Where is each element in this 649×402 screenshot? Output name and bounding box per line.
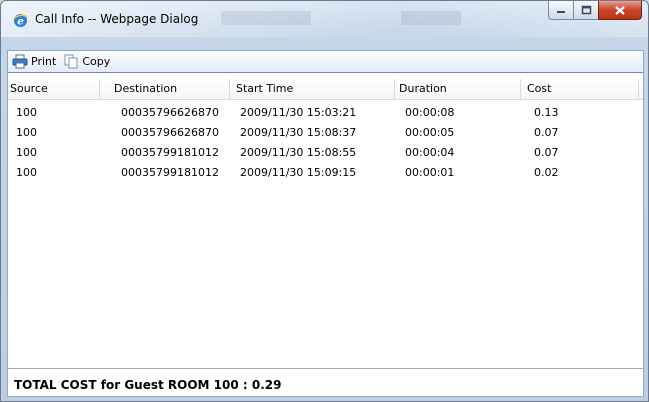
cell-destination: 00035799181012 xyxy=(121,146,219,159)
svg-text:e: e xyxy=(17,15,24,27)
column-header-start-time[interactable]: Start Time xyxy=(230,79,395,99)
cell-source: 100 xyxy=(16,146,37,159)
cell-start-time: 2009/11/30 15:03:21 xyxy=(240,106,357,119)
cell-source: 100 xyxy=(16,166,37,179)
cell-cost: 0.07 xyxy=(534,126,559,139)
maximize-button[interactable] xyxy=(573,1,599,20)
cell-duration: 00:00:05 xyxy=(405,126,455,139)
total-cost-text: TOTAL COST for Guest ROOM 100 : 0.29 xyxy=(14,378,282,392)
minimize-icon xyxy=(557,11,565,13)
cell-destination: 00035796626870 xyxy=(121,106,219,119)
print-button[interactable]: Print xyxy=(8,51,59,72)
minimize-button[interactable] xyxy=(548,1,574,20)
close-button[interactable] xyxy=(598,1,642,20)
column-header-duration[interactable]: Duration xyxy=(395,79,521,99)
cell-destination: 00035799181012 xyxy=(121,166,219,179)
printer-icon xyxy=(12,54,28,69)
cell-duration: 00:00:08 xyxy=(405,106,455,119)
cell-duration: 00:00:04 xyxy=(405,146,455,159)
close-icon xyxy=(615,5,625,15)
table-row[interactable]: 100 00035796626870 2009/11/30 15:08:37 0… xyxy=(8,123,643,143)
copy-icon xyxy=(64,54,78,69)
copy-label: Copy xyxy=(82,55,111,68)
column-header-cost[interactable]: Cost xyxy=(521,79,639,99)
table-row[interactable]: 100 00035799181012 2009/11/30 15:08:55 0… xyxy=(8,143,643,163)
table-header: Source Destination Start Time Duration C… xyxy=(8,79,643,100)
background-window-blur xyxy=(221,11,311,25)
column-header-source[interactable]: Source xyxy=(8,79,100,99)
column-header-destination[interactable]: Destination xyxy=(100,79,230,99)
table-row[interactable]: 100 00035799181012 2009/11/30 15:09:15 0… xyxy=(8,163,643,183)
cell-cost: 0.07 xyxy=(534,146,559,159)
table-row[interactable]: 100 00035796626870 2009/11/30 15:03:21 0… xyxy=(8,103,643,123)
cell-cost: 0.13 xyxy=(534,106,559,119)
window-title: Call Info -- Webpage Dialog xyxy=(35,12,199,26)
internet-explorer-icon: e xyxy=(13,13,28,27)
dialog-window: e Call Info -- Webpage Dialog Print Copy… xyxy=(0,0,649,402)
cell-start-time: 2009/11/30 15:08:55 xyxy=(240,146,357,159)
cell-start-time: 2009/11/30 15:08:37 xyxy=(240,126,357,139)
footer-panel: TOTAL COST for Guest ROOM 100 : 0.29 xyxy=(7,369,644,397)
cell-destination: 00035796626870 xyxy=(121,126,219,139)
copy-button[interactable]: Copy xyxy=(59,51,113,72)
cell-source: 100 xyxy=(16,126,37,139)
title-bar[interactable]: e Call Info -- Webpage Dialog xyxy=(1,1,648,37)
cell-duration: 00:00:01 xyxy=(405,166,455,179)
window-controls xyxy=(548,1,642,21)
maximize-icon xyxy=(581,5,591,15)
print-label: Print xyxy=(31,55,57,68)
cell-cost: 0.02 xyxy=(534,166,559,179)
toolbar: Print Copy xyxy=(7,50,644,73)
cell-start-time: 2009/11/30 15:09:15 xyxy=(240,166,357,179)
call-table: Source Destination Start Time Duration C… xyxy=(7,73,644,369)
cell-source: 100 xyxy=(16,106,37,119)
background-window-blur xyxy=(401,11,461,25)
